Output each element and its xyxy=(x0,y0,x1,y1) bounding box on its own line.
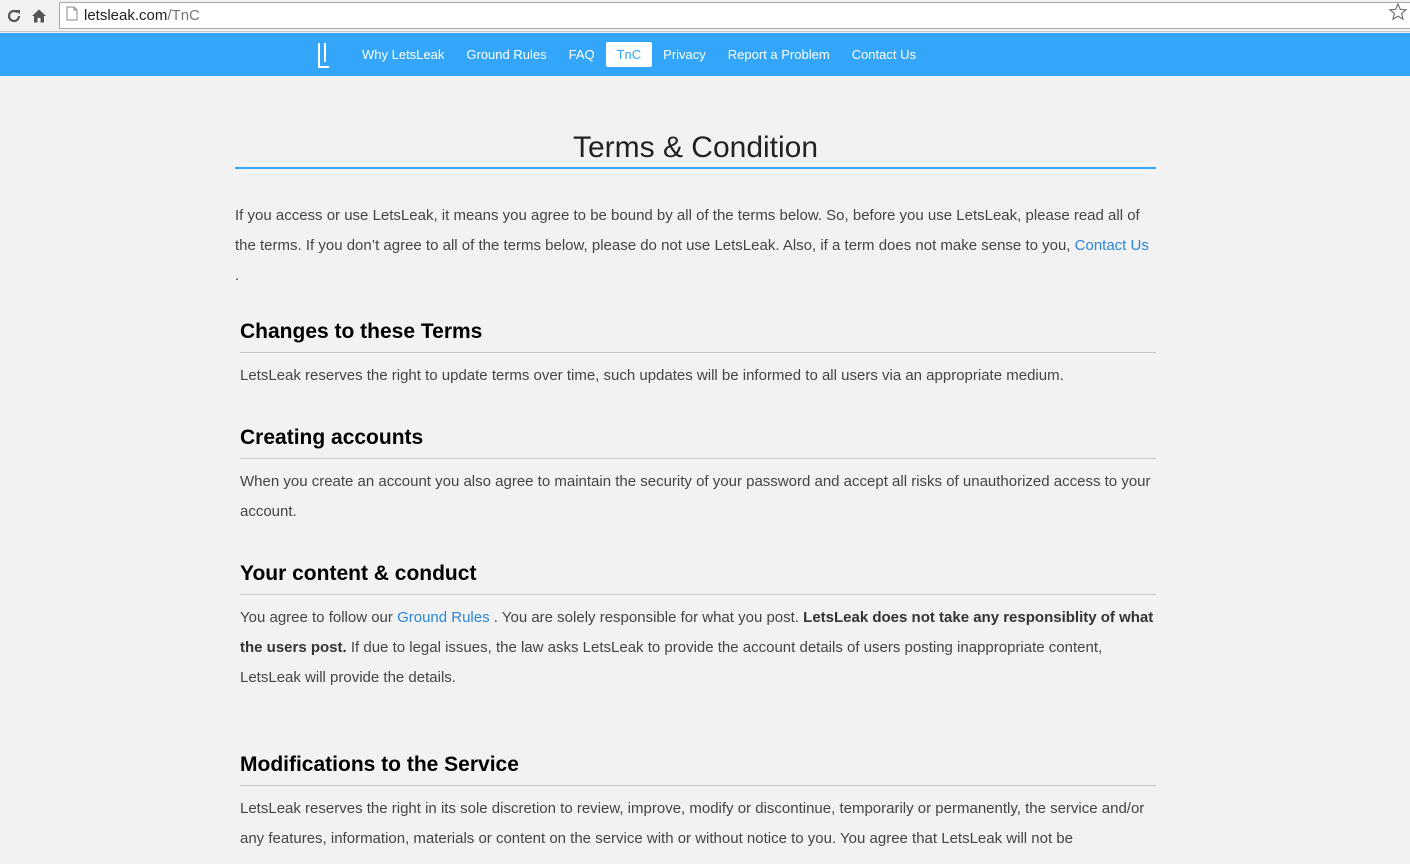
section-heading: Your content & conduct xyxy=(240,562,1156,595)
main-content: Terms & Condition If you access or use L… xyxy=(235,75,1156,854)
nav-item-report-a-problem[interactable]: Report a Problem xyxy=(717,42,841,67)
reload-icon[interactable] xyxy=(3,5,25,27)
section-creating-accounts: Creating accounts When you create an acc… xyxy=(240,426,1156,527)
intro-paragraph: If you access or use LetsLeak, it means … xyxy=(235,201,1156,291)
browser-toolbar: letsleak.com/TnC xyxy=(0,0,1410,32)
site-navbar: Why LetsLeak Ground Rules FAQ TnC Privac… xyxy=(0,33,1410,76)
contact-us-link[interactable]: Contact Us xyxy=(1075,237,1149,254)
section-body: LetsLeak reserves the right to update te… xyxy=(240,367,1064,384)
ground-rules-link[interactable]: Ground Rules xyxy=(397,609,490,626)
bookmark-star-icon[interactable] xyxy=(1388,2,1408,27)
nav-item-tnc[interactable]: TnC xyxy=(605,42,653,67)
section-content-conduct: Your content & conduct You agree to foll… xyxy=(240,562,1156,693)
section-heading: Creating accounts xyxy=(240,426,1156,459)
address-bar[interactable]: letsleak.com/TnC xyxy=(59,2,1410,29)
section-modifications: Modifications to the Service LetsLeak re… xyxy=(240,753,1156,854)
home-icon[interactable] xyxy=(28,5,50,27)
nav-item-contact-us[interactable]: Contact Us xyxy=(841,42,927,67)
url-host: letsleak.com xyxy=(84,7,168,24)
nav-item-faq[interactable]: FAQ xyxy=(558,42,606,67)
body-end: If due to legal issues, the law asks Let… xyxy=(240,639,1103,686)
section-body: When you create an account you also agre… xyxy=(240,473,1151,520)
body-start: You agree to follow our xyxy=(240,609,398,626)
section-changes-to-terms: Changes to these Terms LetsLeak reserves… xyxy=(240,320,1156,391)
letsleak-logo-icon[interactable] xyxy=(316,41,332,74)
section-heading: Modifications to the Service xyxy=(240,753,1156,786)
title-divider xyxy=(235,167,1156,169)
nav-menu: Why LetsLeak Ground Rules FAQ TnC Privac… xyxy=(351,42,927,67)
intro-end: . xyxy=(235,267,240,284)
section-body: You agree to follow our Ground Rules . Y… xyxy=(240,603,1156,693)
nav-item-why-letsleak[interactable]: Why LetsLeak xyxy=(351,42,455,67)
nav-item-ground-rules[interactable]: Ground Rules xyxy=(455,42,557,67)
intro-text: If you access or use LetsLeak, it means … xyxy=(235,207,1140,254)
body-mid: . You are solely responsible for what yo… xyxy=(489,609,804,626)
section-heading: Changes to these Terms xyxy=(240,320,1156,353)
url-path: /TnC xyxy=(167,7,200,24)
page-title: Terms & Condition xyxy=(572,131,819,164)
page-icon xyxy=(66,6,78,25)
nav-item-privacy[interactable]: Privacy xyxy=(652,42,717,67)
section-body: LetsLeak reserves the right in its sole … xyxy=(240,800,1145,847)
